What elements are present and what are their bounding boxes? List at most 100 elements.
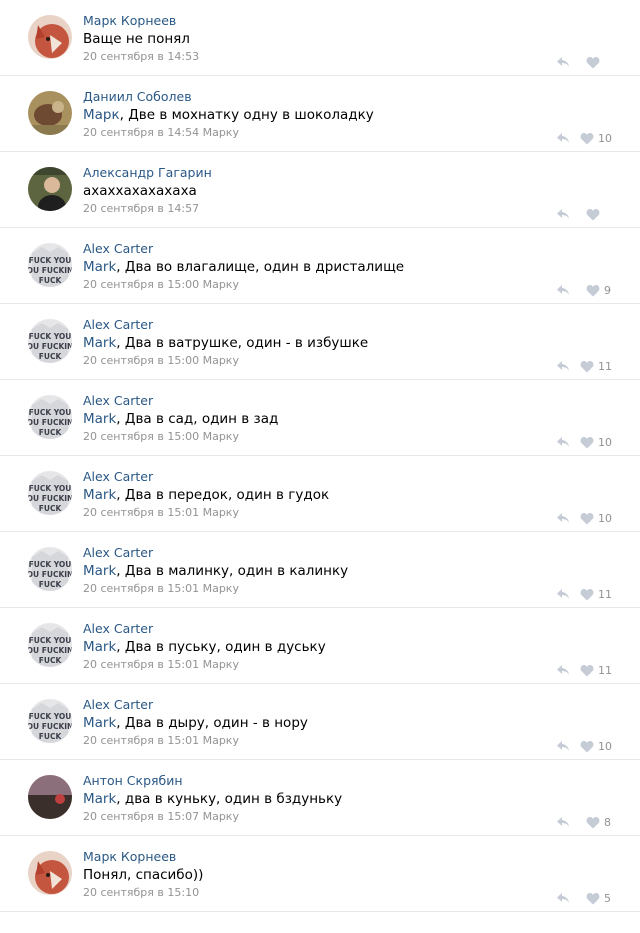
comment-timestamp[interactable]: 20 сентября в 15:01 Марку	[83, 581, 620, 597]
reply-icon[interactable]	[556, 56, 570, 68]
reply-to-link[interactable]: Mark	[83, 563, 116, 579]
like-button[interactable]: 11	[580, 587, 612, 601]
comment-timestamp[interactable]: 20 сентября в 15:00 Марку	[83, 429, 620, 445]
avatar[interactable]: FUCK YOU OU FUCKIN FUCK	[28, 395, 72, 439]
comment-timestamp[interactable]: 20 сентября в 15:01 Марку	[83, 733, 620, 749]
author-name[interactable]: Alex Carter	[83, 620, 620, 637]
author-name[interactable]: Марк Корнеев	[83, 848, 620, 865]
comment-body: Марк Корнеев Понял, спасибо)) 20 сентябр…	[83, 848, 620, 901]
comment-timestamp[interactable]: 20 сентября в 15:10	[83, 885, 620, 901]
comment-timestamp[interactable]: 20 сентября в 15:07 Марку	[83, 809, 620, 825]
reply-to-link[interactable]: Mark	[83, 259, 116, 275]
like-button[interactable]: 11	[580, 359, 612, 373]
avatar-print-text: FUCK YOU	[29, 408, 72, 417]
avatar[interactable]: FUCK YOU OU FUCKIN FUCK	[28, 547, 72, 591]
avatar[interactable]	[28, 15, 72, 59]
comment-timestamp[interactable]: 20 сентября в 15:00 Марку	[83, 353, 620, 369]
reply-icon[interactable]	[556, 132, 570, 144]
heart-icon	[586, 816, 600, 828]
comment-timestamp[interactable]: 20 сентября в 15:01 Марку	[83, 657, 620, 673]
avatar-print-text: FUCK	[39, 580, 63, 589]
avatar-print-text: FUCK	[39, 352, 63, 361]
like-count: 11	[598, 587, 612, 601]
reply-to-link[interactable]: Mark	[83, 639, 116, 655]
reply-to-link[interactable]: Mark	[83, 791, 116, 807]
comment-message: ахаххахахахаха	[83, 183, 197, 199]
reply-icon[interactable]	[556, 892, 570, 904]
author-name[interactable]: Alex Carter	[83, 392, 620, 409]
reply-icon[interactable]	[556, 740, 570, 752]
avatar[interactable]: FUCK YOU OU FUCKIN FUCK	[28, 623, 72, 667]
comment-message: Два во влагалище, один в дристалище	[124, 259, 405, 275]
like-button[interactable]	[586, 55, 612, 69]
avatar-print-text: FUCK YOU	[29, 560, 72, 569]
avatar[interactable]	[28, 775, 72, 819]
comment-body: Антон Скрябин Mark, два в куньку, один в…	[83, 772, 620, 825]
comment-message: два в куньку, один в бздуньку	[124, 791, 343, 807]
author-name[interactable]: Alex Carter	[83, 316, 620, 333]
author-name[interactable]: Даниил Соболев	[83, 88, 620, 105]
author-name[interactable]: Александр Гагарин	[83, 164, 620, 181]
heart-icon	[586, 892, 600, 904]
author-name[interactable]: Alex Carter	[83, 544, 620, 561]
avatar[interactable]: FUCK YOU OU FUCKIN FUCK	[28, 319, 72, 363]
author-name[interactable]: Марк Корнеев	[83, 12, 620, 29]
author-name[interactable]: Alex Carter	[83, 696, 620, 713]
avatar[interactable]	[28, 91, 72, 135]
author-name[interactable]: Alex Carter	[83, 240, 620, 257]
like-count: 5	[604, 891, 611, 905]
comment-timestamp[interactable]: 20 сентября в 15:01 Марку	[83, 505, 620, 521]
avatar-print-text: FUCK	[39, 276, 63, 285]
author-name[interactable]: Alex Carter	[83, 468, 620, 485]
reply-to-link[interactable]: Mark	[83, 715, 116, 731]
comment-timestamp[interactable]: 20 сентября в 15:00 Марку	[83, 277, 620, 293]
avatar-print-text: OU FUCKIN	[28, 494, 72, 503]
reply-separator: ,	[116, 791, 125, 807]
like-button[interactable]: 11	[580, 663, 612, 677]
avatar-print-text: FUCK	[39, 656, 63, 665]
reply-icon[interactable]	[556, 588, 570, 600]
like-button[interactable]: 10	[580, 511, 612, 525]
reply-icon[interactable]	[556, 360, 570, 372]
like-button[interactable]	[586, 207, 612, 221]
reply-to-link[interactable]: Mark	[83, 487, 116, 503]
avatar[interactable]: FUCK YOU OU FUCKIN FUCK	[28, 699, 72, 743]
avatar-print-text: FUCK YOU	[29, 636, 72, 645]
reply-to-link[interactable]: Марк	[83, 107, 120, 123]
avatar[interactable]: FUCK YOU OU FUCKIN FUCK	[28, 471, 72, 515]
avatar[interactable]	[28, 851, 72, 895]
comment-timestamp[interactable]: 20 сентября в 14:57	[83, 201, 620, 217]
reply-icon[interactable]	[556, 664, 570, 676]
avatar[interactable]	[28, 167, 72, 211]
reply-icon[interactable]	[556, 284, 570, 296]
reply-icon[interactable]	[556, 816, 570, 828]
comment-body: Александр Гагарин ахаххахахахаха 20 сент…	[83, 164, 620, 217]
heart-icon	[580, 436, 594, 448]
like-button[interactable]: 8	[586, 815, 612, 829]
avatar-print-text: OU FUCKIN	[28, 570, 72, 579]
like-button[interactable]: 10	[580, 131, 612, 145]
comment-text: Mark, два в куньку, один в бздуньку	[83, 789, 620, 809]
comment-timestamp[interactable]: 20 сентября в 14:54 Марку	[83, 125, 620, 141]
comment-body: Alex Carter Mark, Два в передок, один в …	[83, 468, 620, 521]
reply-to-link[interactable]: Mark	[83, 411, 116, 427]
comment-text: Понял, спасибо))	[83, 865, 620, 885]
comment-text: Mark, Два в передок, один в гудок	[83, 485, 620, 505]
author-name[interactable]: Антон Скрябин	[83, 772, 620, 789]
comment-timestamp[interactable]: 20 сентября в 14:53	[83, 49, 620, 65]
avatar-print-text: FUCK	[39, 504, 63, 513]
comment-message: Два в сад, один в зад	[124, 411, 279, 427]
heart-icon	[586, 56, 600, 68]
like-button[interactable]: 10	[580, 739, 612, 753]
comment-text: Mark, Два во влагалище, один в дристалищ…	[83, 257, 620, 277]
like-button[interactable]: 9	[586, 283, 612, 297]
reply-icon[interactable]	[556, 208, 570, 220]
avatar[interactable]: FUCK YOU OU FUCKIN FUCK	[28, 243, 72, 287]
heart-icon	[580, 664, 594, 676]
reply-icon[interactable]	[556, 436, 570, 448]
like-button[interactable]: 5	[586, 891, 612, 905]
reply-to-link[interactable]: Mark	[83, 335, 116, 351]
reply-icon[interactable]	[556, 512, 570, 524]
avatar-print-text: FUCK YOU	[29, 712, 72, 721]
like-button[interactable]: 10	[580, 435, 612, 449]
